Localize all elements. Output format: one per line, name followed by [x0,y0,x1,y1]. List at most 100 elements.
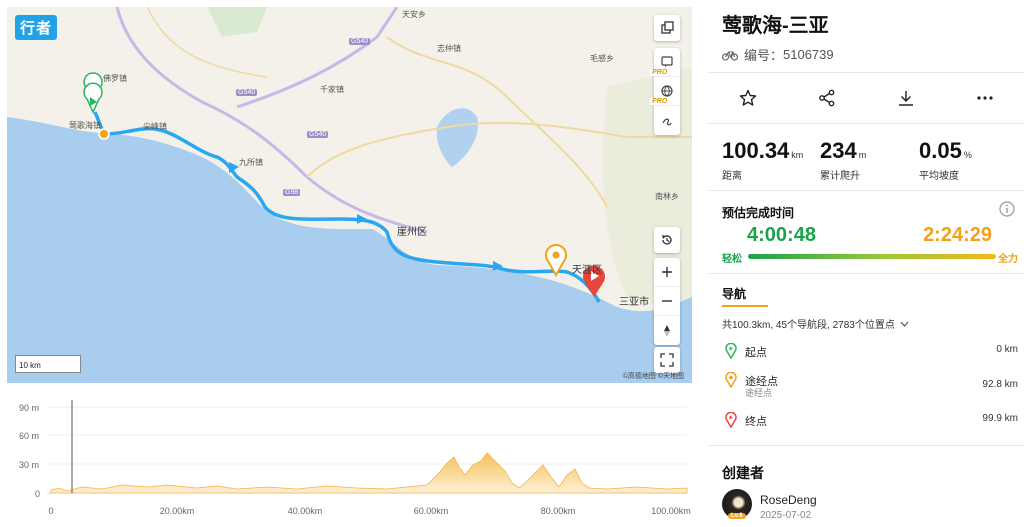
y-tick-label: 60 m [19,431,40,441]
stat-value: 0.05 [919,138,962,163]
map-label: 南林乡 [655,192,679,201]
history-icon [662,235,672,245]
layers-button[interactable] [654,15,680,41]
waypoint-name: 起点 [745,347,767,359]
app-logo: 行者 [15,15,58,40]
favorite-button[interactable] [728,80,768,116]
route-map[interactable]: 行者 莺歌海镇 佛罗镇 尖峰镇 千家镇 志仲镇 毛感乡 九所镇 崖州区 天涯区 … [7,7,692,383]
map-label: 莺歌海镇 [69,121,101,130]
star-icon [739,89,756,106]
download-button[interactable] [886,80,926,116]
map-label: 尖峰镇 [143,122,167,131]
map-label: 三亚市 [619,297,649,308]
reservoir [436,108,478,167]
y-tick-label: 30 m [19,460,40,470]
route-info-panel: 莺歌海-三亚 编号： 5106739 100.34 km 距离 234 m 累计爬升 … [708,0,1024,527]
road-shield: G540 [236,89,258,96]
fullscreen-button[interactable] [654,347,680,373]
elevation-area [50,452,688,494]
level-badge: Lv.6 [728,513,746,519]
y-tick-label: 90 m [19,403,40,413]
waypoint-start[interactable]: 起点 0 km [722,343,1018,363]
more-button[interactable] [965,80,1005,116]
road-shield: G540 [349,38,371,45]
pro-tag: PRO [650,98,670,105]
info-icon[interactable] [999,201,1015,217]
estimate-times: 4:00:48 2:24:29 [722,224,1018,246]
elevation-profile[interactable]: 90 m 60 m 30 m 0 0 20.00km 40.00km 60.00… [7,395,692,520]
route-detail-page: 行者 莺歌海镇 佛罗镇 尖峰镇 千家镇 志仲镇 毛感乡 九所镇 崖州区 天涯区 … [0,0,1024,527]
map-label: 毛感乡 [590,54,614,63]
x-tick-label: 20.00km [159,506,195,516]
stat-distance: 100.34 km 距离 [722,138,803,182]
waypoint-distance: 0 km [996,344,1018,355]
wind-icon [662,118,672,125]
road-shield: G540 [307,131,329,138]
map-tool-button[interactable]: PRO [650,98,680,135]
end-pin-icon [725,412,737,428]
map-label: 天涯区 [572,265,602,276]
waypoint-name: 终点 [745,416,767,428]
reset-view-button[interactable] [654,227,680,253]
divider [708,273,1024,274]
nav-summary[interactable]: 共100.3km, 45个导航段, 2783个位置点 [722,316,909,331]
stat-unit: m [858,150,867,160]
pro-tag: PRO [650,69,670,76]
map-label: 九所镇 [239,158,263,167]
compass-icon [664,324,670,337]
route-arrow [357,214,367,224]
compass-button[interactable] [654,316,680,345]
stat-label: 累计爬升 [820,171,860,182]
route-id-value: 5106739 [783,47,834,62]
zoom-out-button[interactable] [654,287,680,316]
stat-unit: km [791,150,804,160]
waypoint-pin-icon [725,372,737,388]
elevation-chart[interactable] [7,395,692,505]
scale-label: 10 km [19,361,41,370]
effort-gradient-bar [748,254,996,259]
download-icon [898,91,913,106]
full-effort-label: 全力 [998,254,1018,265]
zoom-in-button[interactable] [654,258,680,287]
creator-name[interactable]: RoseDeng [760,493,817,507]
map-label: 千家镇 [320,85,344,94]
chat-icon [661,56,673,67]
copy-layers-icon [661,21,674,34]
waypoint-distance: 92.8 km [982,379,1018,390]
route-stats: 100.34 km 距离 234 m 累计爬升 0.05% 平均坡度 [708,138,1024,182]
action-bar [708,80,1024,116]
route-title: 莺歌海-三亚 [722,15,829,37]
map-label: 志仲镇 [437,44,461,53]
zoom-controls [654,258,680,345]
x-tick-label: 40.00km [287,506,323,516]
share-button[interactable] [807,80,847,116]
stat-climb: 234 m 累计爬升 [820,138,866,182]
x-tick-label: 80.00km [540,506,576,516]
minus-icon [662,300,672,302]
globe-icon [661,85,673,97]
relaxed-time: 4:00:48 [747,224,816,246]
sea-area [7,117,692,383]
stat-unit: % [963,150,972,160]
tab-navigation[interactable]: 导航 [722,285,746,302]
start-pin-icon[interactable] [83,72,103,114]
road-shield: G98 [283,189,301,196]
route-id: 编号： 5106739 [722,45,834,64]
chevron-down-icon [900,321,909,327]
tab-underline [722,305,768,307]
map-label: 崖州区 [397,227,427,238]
full-effort-time: 2:24:29 [923,224,992,246]
x-tick-label: 100.00km [651,506,691,516]
map-pro-tools: PRO PRO [650,48,680,135]
estimate-title: 预估完成时间 [722,206,795,220]
map-credit: ©高德地图 ©天地图 [622,373,684,380]
waypoint-via[interactable]: 途经点 途经点 92.8 km [722,372,1018,400]
stat-label: 距离 [722,171,742,182]
stat-value: 234 [820,138,857,163]
x-tick-label: 60.00km [413,506,449,516]
route-id-label: 编号： [744,48,784,63]
share-icon [818,89,834,107]
bicycle-icon [722,50,738,61]
forest-area [207,7,267,37]
waypoint-end[interactable]: 终点 99.9 km [722,412,1018,432]
